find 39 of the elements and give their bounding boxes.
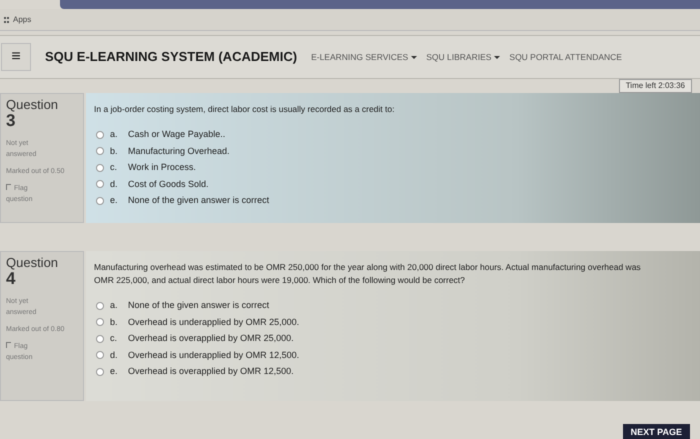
- question-label: Question: [6, 98, 60, 112]
- site-title[interactable]: SQU E-LEARNING SYSTEM (ACADEMIC): [45, 47, 298, 67]
- radio-button[interactable]: [96, 334, 104, 343]
- answer-option[interactable]: c. Work in Process.: [96, 161, 692, 174]
- radio-button[interactable]: [96, 130, 104, 139]
- caret-icon: [411, 56, 418, 58]
- radio-button[interactable]: [96, 164, 104, 172]
- question-text: Manufacturing overhead was estimated to be OMR 250,000 for the year along with 20,000 direct labor hours. Actual manufacturing overhead was OMR 225,000, and actual direct labor hours were 19,000. Which of the following would be correct?: [94, 261, 642, 287]
- flag-icon: [6, 184, 11, 190]
- menu-button[interactable]: ≡: [1, 43, 31, 71]
- radio-button[interactable]: [96, 147, 104, 156]
- radio-button[interactable]: [96, 302, 104, 310]
- radio-button[interactable]: [96, 368, 104, 376]
- timer: Time left 2:03:36: [618, 79, 692, 93]
- radio-button[interactable]: [96, 180, 104, 188]
- answer-option[interactable]: b. Overhead is underapplied by OMR 25,000.: [96, 316, 692, 329]
- radio-button[interactable]: [96, 318, 104, 326]
- question-text: In a job-order costing system, direct labor cost is usually recorded as a credit to:: [94, 103, 396, 116]
- radio-button[interactable]: [96, 351, 104, 360]
- question-number: 3: [6, 112, 16, 130]
- question-label: Question: [6, 256, 60, 270]
- flag-icon: [6, 342, 11, 348]
- caret-icon: [494, 56, 500, 58]
- apps-grid-icon: [4, 16, 9, 22]
- answer-option[interactable]: b. Manufacturing Overhead.: [96, 144, 692, 158]
- answer-option[interactable]: a. Cash or Wage Payable..: [96, 128, 692, 142]
- bookmark-item[interactable]: Apps: [4, 14, 32, 26]
- question-number: 4: [6, 270, 16, 288]
- answer-option[interactable]: d. Overhead is underapplied by OMR 12,500.: [96, 348, 692, 362]
- radio-button[interactable]: [96, 196, 104, 205]
- answer-option[interactable]: e. None of the given answer is correct: [96, 194, 692, 208]
- answer-option[interactable]: a. None of the given answer is correct: [96, 299, 692, 312]
- nav-link[interactable]: SQU PORTAL ATTENDANCE: [509, 50, 622, 64]
- nav-link[interactable]: SQU LIBRARIES: [426, 50, 500, 64]
- answer-option[interactable]: e. Overhead is overapplied by OMR 12,500.: [96, 365, 692, 378]
- answer-option[interactable]: d. Cost of Goods Sold.: [96, 178, 692, 191]
- nav-link[interactable]: E-LEARNING SERVICES: [311, 50, 418, 64]
- next-page-button[interactable]: NEXT PAGE: [622, 424, 690, 439]
- answer-option[interactable]: c. Overhead is overapplied by OMR 25,000.: [96, 332, 692, 346]
